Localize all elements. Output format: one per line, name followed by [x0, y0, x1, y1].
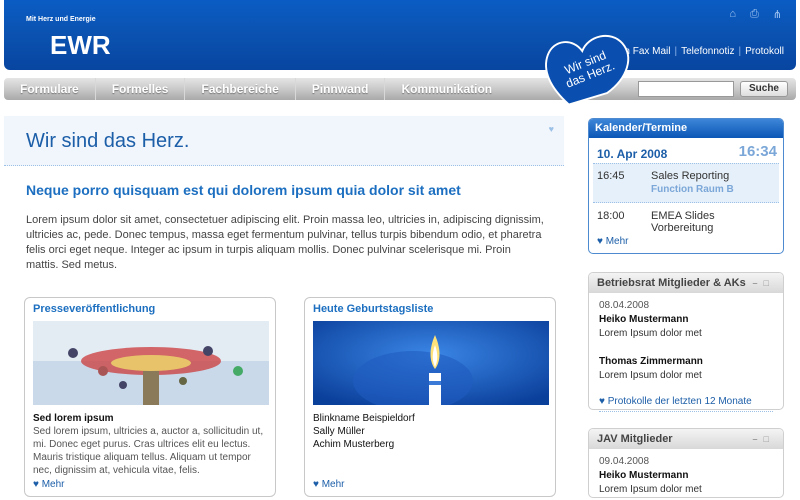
teaser-birthdays: Heute Geburtstagsliste Blinkname Beispie… — [304, 297, 556, 497]
nav-item-pinnwand[interactable]: Pinnwand — [296, 78, 386, 100]
calendar-box: Kalender/Termine 10. Apr 2008 16:34 16:4… — [588, 118, 784, 254]
sitemap-icon[interactable]: ⋔ — [773, 8, 782, 21]
more-link[interactable]: ♥ Mehr — [33, 479, 65, 490]
window-controls-icon[interactable]: –□ — [753, 429, 775, 449]
box-header: Betriebsrat Mitglieder & AKs –□ — [589, 273, 783, 293]
teaser-press: Presseveröffentlichung Sed lorem ipsum S… — [24, 297, 276, 497]
entry-name[interactable]: Heiko Mustermann — [599, 469, 773, 483]
more-label: Mehr — [41, 479, 65, 490]
heart-bullet-icon: ♥ — [33, 479, 39, 490]
teaser-title[interactable]: Heute Geburtstagsliste — [313, 303, 433, 315]
calendar-event[interactable]: 18:00 EMEA Slides Vorbereitung — [597, 210, 777, 234]
event-time: 16:45 — [597, 170, 625, 182]
entry-text: Lorem Ipsum dolor met — [599, 484, 702, 495]
box-title: Betriebsrat Mitglieder & AKs — [597, 277, 746, 289]
event-time: 18:00 — [597, 210, 625, 222]
quick-links: Fon Fax Mail | Telefonnotiz | Protokoll — [613, 46, 784, 57]
teaser-text: Sed lorem ipsum, ultricies a, auctor a, … — [33, 426, 264, 476]
heart-icon: ♥ — [548, 124, 554, 134]
box-header: JAV Mitglieder –□ — [589, 429, 783, 449]
heart-bullet-icon: ♥ — [313, 479, 319, 490]
more-label: Mehr — [321, 479, 345, 490]
search-button[interactable]: Suche — [740, 81, 788, 97]
logo[interactable]: EWR — [50, 30, 111, 61]
calendar-date: 10. Apr 2008 — [597, 147, 668, 161]
nav-item-formulare[interactable]: Formulare — [4, 78, 96, 100]
nav-item-kommunikation[interactable]: Kommunikation — [385, 78, 508, 100]
entry-date: 08.04.2008 — [599, 300, 650, 311]
tagline: Mit Herz und Energie — [26, 16, 96, 23]
window-controls-icon[interactable]: –□ — [753, 273, 775, 293]
teaser-body: Sed lorem ipsum Sed lorem ipsum, ultrici… — [33, 412, 269, 477]
calendar-event[interactable]: 16:45 Sales Reporting Function Raum B — [597, 170, 777, 200]
birthday-line: Sally Müller — [313, 426, 365, 437]
link-protokoll[interactable]: Protokoll — [745, 46, 784, 57]
jav-box: JAV Mitglieder –□ 09.04.2008 Heiko Muste… — [588, 428, 784, 498]
box-body: 08.04.2008 Heiko Mustermann Lorem Ipsum … — [589, 293, 783, 418]
headline: Neque porro quisquam est qui dolorem ips… — [26, 182, 461, 198]
heart-bullet-icon: ♥ — [597, 236, 603, 247]
event-title: Sales Reporting — [651, 170, 730, 182]
event-title: EMEA Slides Vorbereitung — [651, 210, 715, 234]
link-telefonnotiz[interactable]: Telefonnotiz — [681, 46, 734, 57]
entry-name[interactable]: Thomas Zimmermann — [599, 355, 773, 369]
entry-date: 09.04.2008 — [599, 456, 650, 467]
box-body: 09.04.2008 Heiko Mustermann Lorem Ipsum … — [589, 449, 783, 500]
print-icon[interactable]: ⎙ — [750, 8, 759, 21]
nav-item-fachbereiche[interactable]: Fachbereiche — [185, 78, 296, 100]
birthday-line: Achim Musterberg — [313, 439, 395, 450]
carousel-photo — [33, 321, 269, 405]
heart-bullet-icon: ♥ — [599, 396, 605, 407]
search-input[interactable] — [638, 81, 734, 97]
separator: | — [738, 46, 742, 57]
event-location: Function Raum B — [651, 184, 734, 195]
nav-item-formelles[interactable]: Formelles — [96, 78, 186, 100]
birthday-line: Blinkname Beispieldorf — [313, 413, 415, 424]
intro-text: Lorem ipsum dolor sit amet, consectetuer… — [26, 214, 544, 271]
betriebsrat-box: Betriebsrat Mitglieder & AKs –□ 08.04.20… — [588, 272, 784, 412]
entry-text: Lorem Ipsum dolor met — [599, 328, 702, 339]
page-title-box: Wir sind das Herz. ♥ — [4, 116, 564, 166]
box-title: JAV Mitglieder — [597, 433, 673, 445]
home-icon[interactable]: ⌂ — [729, 8, 736, 21]
page-title: Wir sind das Herz. — [26, 130, 190, 152]
protokolle-link[interactable]: ♥ Protokolle der letzten 12 Monate — [599, 395, 773, 412]
calendar-title: Kalender/Termine — [589, 119, 783, 138]
candle-photo — [313, 321, 549, 405]
more-link[interactable]: ♥ Mehr — [597, 236, 629, 247]
teaser-title[interactable]: Presseveröffentlichung — [33, 303, 155, 315]
header-bar: Mit Herz und Energie EWR ⌂ ⎙ ⋔ Fon Fax M… — [4, 0, 796, 70]
link-label: Protokolle der letzten 12 Monate — [607, 396, 752, 407]
teaser-body: Blinkname Beispieldorf Sally Müller Achi… — [313, 412, 549, 451]
more-label: Mehr — [605, 236, 629, 247]
more-link[interactable]: ♥ Mehr — [313, 479, 345, 490]
calendar-clock: 16:34 — [738, 143, 777, 160]
entry-text: Lorem Ipsum dolor met — [599, 370, 702, 381]
entry-name[interactable]: Heiko Mustermann — [599, 313, 773, 327]
utility-icons: ⌂ ⎙ ⋔ — [729, 8, 782, 21]
separator: | — [674, 46, 678, 57]
teaser-subtitle: Sed lorem ipsum — [33, 413, 114, 424]
